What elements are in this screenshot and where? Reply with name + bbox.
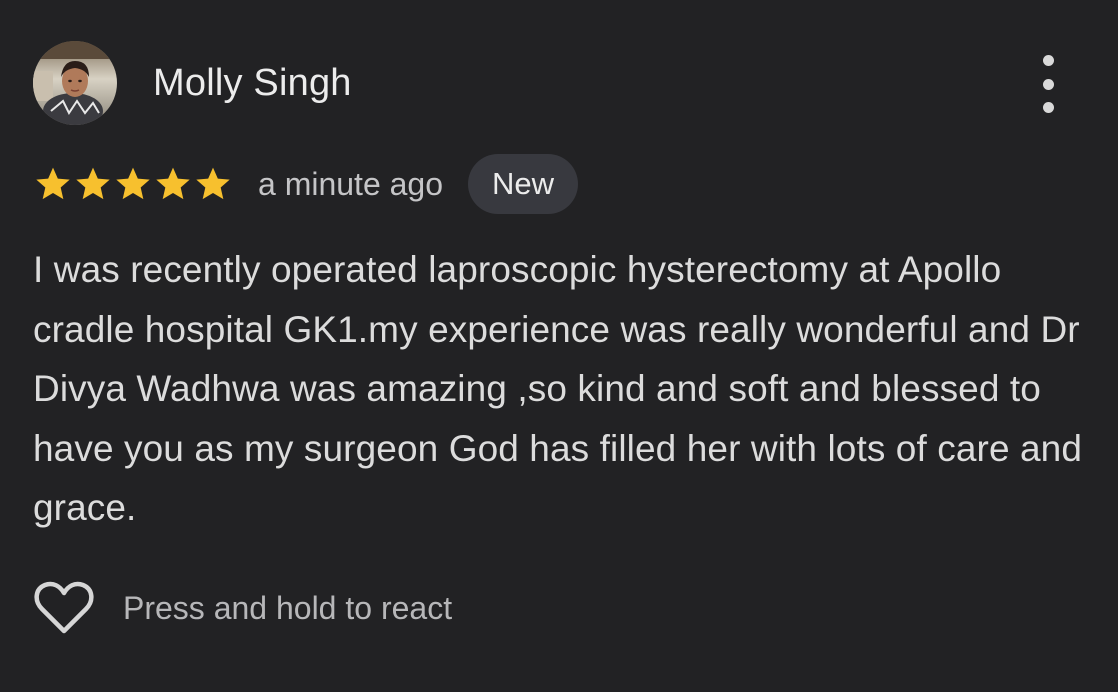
react-hint-text: Press and hold to react: [123, 589, 453, 626]
new-badge: New: [468, 154, 579, 214]
review-text: I was recently operated laproscopic hyst…: [33, 249, 1083, 528]
review-header: Molly Singh: [33, 40, 352, 126]
react-button[interactable]: [33, 578, 95, 638]
more-vert-icon-dot: [1042, 78, 1054, 90]
review-card: Molly Singh a minute ago New I was recen…: [0, 0, 1118, 692]
star-icon: [156, 167, 190, 200]
more-options-button[interactable]: [1028, 55, 1068, 113]
star-icon: [76, 167, 110, 200]
avatar[interactable]: [33, 41, 117, 125]
reaction-row: Press and hold to react: [33, 578, 452, 638]
star-rating: [33, 164, 233, 204]
star-icon: [116, 167, 150, 200]
reviewer-name[interactable]: Molly Singh: [153, 62, 352, 105]
star-icon: [36, 167, 70, 200]
review-meta: a minute ago New: [33, 153, 579, 215]
heart-outline-icon: [34, 581, 94, 634]
more-vert-icon-dot: [1042, 102, 1054, 113]
more-vert-icon: [1042, 55, 1054, 66]
avatar-photo-icon: [33, 41, 117, 125]
star-icon: [196, 167, 230, 200]
review-timestamp: a minute ago: [258, 165, 444, 202]
